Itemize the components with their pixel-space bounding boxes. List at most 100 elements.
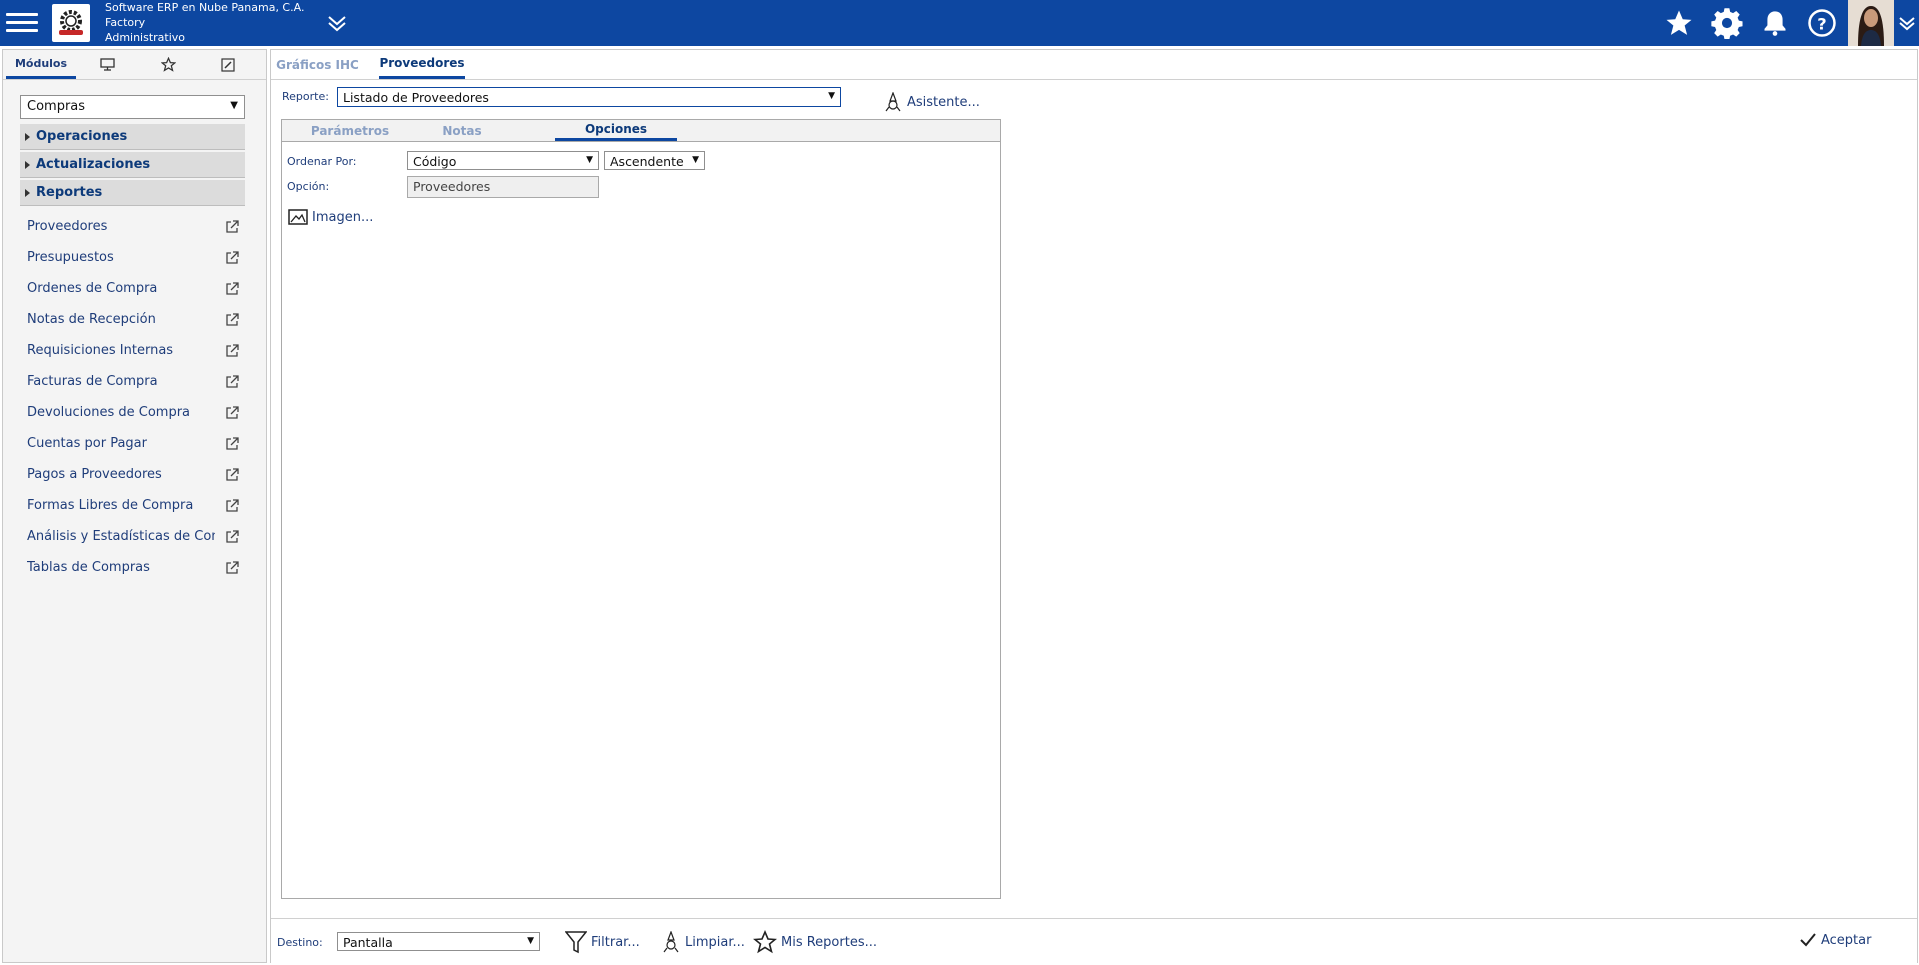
my-reports-button[interactable]: Mis Reportes... — [753, 930, 877, 954]
dropdown-arrow-icon: ▼ — [692, 155, 699, 165]
list-item[interactable]: Proveedores — [27, 219, 239, 241]
external-link-icon[interactable] — [225, 313, 239, 327]
company-logo[interactable] — [52, 4, 90, 42]
tab-opciones[interactable]: Opciones — [555, 120, 677, 141]
report-label: Reporte: — [282, 90, 329, 103]
list-item[interactable]: Devoluciones de Compra — [27, 405, 239, 427]
company-name: Software ERP en Nube Panama, C.A. — [105, 1, 305, 14]
wizard-icon — [663, 931, 679, 953]
destination-select[interactable]: Pantalla ▼ — [337, 932, 540, 951]
list-item-label: Cuentas por Pagar — [27, 436, 147, 451]
list-item[interactable]: Presupuestos — [27, 250, 239, 272]
wizard-label: Asistente... — [907, 94, 980, 110]
list-item-label: Requisiciones Internas — [27, 343, 174, 358]
tab-modulos[interactable]: Módulos — [6, 50, 76, 79]
options-tabs: Parámetros Notas Opciones — [282, 120, 1000, 142]
section-label: Actualizaciones — [36, 157, 151, 172]
list-item[interactable]: Notas de Recepción — [27, 312, 239, 334]
list-item-label: Tablas de Compras — [27, 560, 150, 575]
list-item[interactable]: Análisis y Estadísticas de Con — [27, 529, 239, 551]
external-link-icon[interactable] — [225, 375, 239, 389]
tab-proveedores[interactable]: Proveedores — [379, 50, 465, 79]
wizard-button[interactable]: Asistente... — [883, 92, 980, 112]
gear-icon[interactable] — [1710, 6, 1744, 40]
star-icon[interactable] — [1662, 6, 1696, 40]
image-icon — [288, 209, 308, 225]
list-item[interactable]: Requisiciones Internas — [27, 343, 239, 365]
filter-button[interactable]: Filtrar... — [565, 930, 640, 954]
company-info: Software ERP en Nube Panama, C.A. Factor… — [105, 0, 304, 45]
module-select-value: Compras — [27, 99, 86, 114]
section-reportes[interactable]: Reportes — [20, 180, 245, 206]
external-link-icon[interactable] — [225, 344, 239, 358]
menu-icon[interactable] — [6, 8, 38, 38]
list-item[interactable]: Pagos a Proveedores — [27, 467, 239, 489]
star-icon[interactable] — [148, 50, 188, 79]
list-item[interactable]: Cuentas por Pagar — [27, 436, 239, 458]
user-role: Administrativo — [105, 31, 186, 44]
check-icon — [1800, 933, 1816, 947]
destination-label: Destino: — [277, 936, 323, 949]
order-select[interactable]: Código ▼ — [407, 151, 599, 170]
main-content: Gráficos IHC Proveedores Reporte: Listad… — [270, 49, 1918, 963]
dropdown-arrow-icon: ▼ — [828, 91, 835, 101]
my-reports-label: Mis Reportes... — [781, 934, 877, 950]
external-link-icon[interactable] — [225, 251, 239, 265]
footer-bar: Destino: Pantalla ▼ Filtrar... Limpiar..… — [271, 918, 1917, 963]
tab-notas[interactable]: Notas — [427, 120, 497, 141]
svg-text:?: ? — [1817, 14, 1826, 33]
section-label: Operaciones — [36, 129, 128, 144]
app-root: Software ERP en Nube Panama, C.A. Factor… — [0, 0, 1919, 965]
option-field: Proveedores — [407, 176, 599, 198]
monitor-icon[interactable] — [87, 50, 127, 79]
edit-icon[interactable] — [208, 50, 248, 79]
accept-button[interactable]: Aceptar — [1799, 932, 1871, 948]
help-icon[interactable]: ? — [1805, 6, 1839, 40]
clear-button[interactable]: Limpiar... — [661, 931, 745, 953]
bell-icon[interactable] — [1758, 6, 1792, 40]
report-select[interactable]: Listado de Proveedores ▼ — [337, 87, 841, 107]
external-link-icon[interactable] — [225, 561, 239, 575]
external-link-icon[interactable] — [225, 530, 239, 544]
order-label: Ordenar Por: — [287, 155, 357, 168]
option-label: Opción: — [287, 180, 330, 193]
wizard-icon — [885, 92, 901, 112]
external-link-icon[interactable] — [225, 468, 239, 482]
tab-graficos-ihc[interactable]: Gráficos IHC — [275, 50, 360, 79]
star-icon — [753, 930, 777, 954]
order-direction-select[interactable]: Ascendente ▼ — [604, 151, 705, 170]
external-link-icon[interactable] — [225, 499, 239, 513]
chevron-down-icon[interactable] — [1896, 12, 1918, 34]
dropdown-arrow-icon: ▼ — [230, 100, 238, 111]
list-item-label: Análisis y Estadísticas de Con — [27, 529, 215, 544]
external-link-icon[interactable] — [225, 437, 239, 451]
section-operaciones[interactable]: Operaciones — [20, 124, 245, 150]
list-item[interactable]: Órdenes de Compra — [27, 281, 239, 303]
image-button[interactable]: Imagen... — [288, 209, 373, 225]
list-item[interactable]: Facturas de Compra — [27, 374, 239, 396]
list-item-label: Formas Libres de Compra — [27, 498, 194, 513]
list-item[interactable]: Formas Libres de Compra — [27, 498, 239, 520]
sidebar-tabs: Módulos — [3, 50, 266, 80]
list-item-label: Notas de Recepción — [27, 312, 156, 327]
list-item[interactable]: Tablas de Compras — [27, 560, 239, 582]
tab-parametros[interactable]: Parámetros — [310, 120, 390, 141]
clear-label: Limpiar... — [685, 934, 745, 950]
module-select[interactable]: Compras ▼ — [20, 95, 245, 119]
report-select-value: Listado de Proveedores — [343, 90, 489, 105]
list-item-label: Proveedores — [27, 219, 108, 234]
external-link-icon[interactable] — [225, 406, 239, 420]
chevron-down-icon[interactable] — [326, 12, 348, 34]
external-link-icon[interactable] — [225, 282, 239, 296]
dropdown-arrow-icon: ▼ — [586, 155, 593, 165]
order-direction-value: Ascendente — [610, 154, 684, 169]
top-bar: Software ERP en Nube Panama, C.A. Factor… — [0, 0, 1919, 46]
option-field-value: Proveedores — [413, 179, 491, 194]
filter-label: Filtrar... — [591, 934, 640, 950]
section-actualizaciones[interactable]: Actualizaciones — [20, 152, 245, 178]
avatar[interactable] — [1848, 0, 1894, 46]
filter-icon — [565, 931, 587, 954]
external-link-icon[interactable] — [225, 220, 239, 234]
sidebar: Módulos Compras ▼ Operaciones Actualizac… — [2, 49, 267, 963]
accept-label: Aceptar — [1821, 932, 1872, 948]
